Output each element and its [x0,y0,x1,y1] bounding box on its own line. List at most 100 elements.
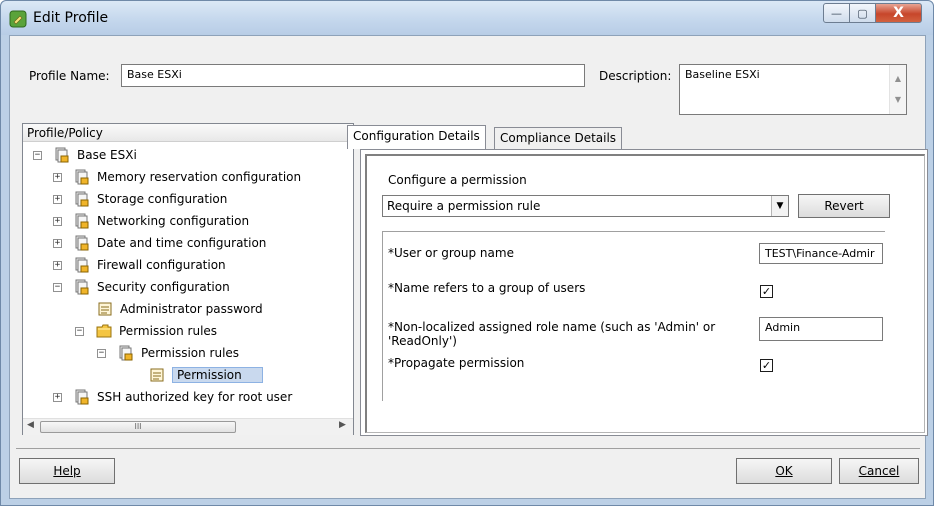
expand-icon[interactable]: + [53,392,62,402]
expand-icon[interactable]: + [53,238,62,248]
tree-item-base-esxi[interactable]: − Base ESXi [33,145,137,165]
tree-item-label: Date and time configuration [97,236,267,250]
collapse-icon[interactable]: − [33,150,42,160]
tree-item-label: Permission rules [141,346,240,360]
tree-item-label: Permission rules [119,324,218,338]
profile-icon [55,147,69,163]
user-or-group-input[interactable]: TEST\Finance-Admir [759,243,883,264]
maximize-icon: ▢ [857,6,868,20]
tree-item-label: Firewall configuration [97,258,226,272]
property-label: *Propagate permission [388,356,525,370]
close-icon: X [893,5,904,21]
collapse-icon[interactable]: − [75,326,84,336]
edit-profile-window: Edit Profile — ▢ X Profile Name: Base ES… [0,0,934,506]
revert-button[interactable]: Revert [798,194,890,218]
scroll-up-icon[interactable]: ▲ [890,74,906,83]
role-name-input[interactable]: Admin [759,317,883,341]
tree-item-ssh-key[interactable]: + SSH authorized key for root user [53,387,292,407]
scroll-right-icon[interactable]: ▶ [339,420,346,430]
tree-item-permission-rules[interactable]: − Permission rules [75,321,217,341]
configuration-frame: Configure a permission Require a permiss… [365,154,925,433]
cancel-button[interactable]: Cancel [839,458,919,484]
app-icon [9,10,27,28]
description-text: Baseline ESXi [685,68,760,81]
tree-horizontal-scrollbar[interactable]: ◀ III ▶ [23,418,353,435]
expand-icon[interactable]: + [53,172,62,182]
help-label: Help [53,464,81,478]
group-of-users-checkbox[interactable]: ✓ [760,285,773,298]
tree-item-firewall[interactable]: + Firewall configuration [53,255,226,275]
footer-divider [16,448,920,449]
propagate-permission-checkbox[interactable]: ✓ [760,359,773,372]
property-label: *Non-localized assigned role name (such … [388,320,716,348]
profile-icon [119,345,133,361]
dialog-body: Profile Name: Base ESXi Description: Bas… [9,35,928,499]
cancel-label: Cancel [858,464,900,478]
tab-label: Configuration Details [353,129,480,143]
profile-icon [75,169,89,185]
policy-icon [150,368,164,382]
tree-item-networking[interactable]: + Networking configuration [53,211,249,231]
profile-icon [75,257,89,273]
tree-item-label: Networking configuration [97,214,250,228]
tab-configuration-details[interactable]: Configuration Details [347,125,486,149]
profile-icon [75,389,89,405]
expand-icon[interactable]: + [53,260,62,270]
chevron-down-icon[interactable]: ▼ [771,196,788,216]
minimize-button[interactable]: — [823,3,850,23]
close-button[interactable]: X [875,3,922,23]
description-scrollbar[interactable]: ▲ ▼ [889,65,906,114]
scroll-grip-icon: III [134,422,142,431]
description-input[interactable]: Baseline ESXi ▲ ▼ [679,64,907,115]
ok-label: OK [775,464,793,478]
window-title: Edit Profile [33,10,109,26]
expand-icon[interactable]: + [53,194,62,204]
folder-icon [96,324,112,338]
property-label: *User or group name [388,246,514,260]
expand-icon[interactable]: + [53,216,62,226]
maximize-button[interactable]: ▢ [849,3,876,23]
tree-item-label: Administrator password [120,302,263,316]
properties-grid: *User or group name TEST\Finance-Admir *… [382,231,885,401]
profile-icon [75,213,89,229]
section-title: Configure a permission [388,173,527,187]
policy-icon [98,302,112,316]
description-label: Description: [599,69,672,83]
tree-item-permission[interactable]: Permission [149,365,263,385]
revert-label: Revert [824,199,864,213]
tab-panel: Configure a permission Require a permiss… [360,149,928,436]
tree-item-date-time[interactable]: + Date and time configuration [53,233,266,253]
select-value: Require a permission rule [387,199,541,213]
tab-label: Compliance Details [500,131,617,145]
tree-item-label: Security configuration [97,280,230,294]
minimize-icon: — [831,6,842,20]
tree-item-admin-password[interactable]: Administrator password [97,299,263,319]
tree-item-label: SSH authorized key for root user [97,390,293,404]
tree-item-storage[interactable]: + Storage configuration [53,189,227,209]
profile-policy-tree[interactable]: Profile/Policy − Base ESXi + Memory rese… [22,123,354,435]
help-button[interactable]: Help [19,458,115,484]
scroll-down-icon[interactable]: ▼ [890,95,906,104]
tree-item-label: Base ESXi [77,148,137,162]
profile-icon [75,191,89,207]
permission-option-select[interactable]: Require a permission rule ▼ [382,195,789,217]
tree-item-label: Memory reservation configuration [97,170,302,184]
profile-name-input[interactable]: Base ESXi [121,64,585,87]
profile-icon [75,279,89,295]
title-bar[interactable]: Edit Profile — ▢ X [1,1,933,35]
tree-item-permission-rules-child[interactable]: − Permission rules [97,343,239,363]
tree-item-label-selected: Permission [172,367,263,383]
tree-column-header: Profile/Policy [23,124,353,142]
scroll-left-icon[interactable]: ◀ [27,420,34,430]
profile-name-label: Profile Name: [29,69,110,83]
collapse-icon[interactable]: − [53,282,62,292]
tree-item-security[interactable]: − Security configuration [53,277,230,297]
scroll-thumb[interactable]: III [40,421,236,433]
ok-button[interactable]: OK [736,458,832,484]
property-label: *Name refers to a group of users [388,281,586,295]
tree-item-label: Storage configuration [97,192,228,206]
tree-item-memory-reservation[interactable]: + Memory reservation configuration [53,167,301,187]
tab-compliance-details[interactable]: Compliance Details [494,127,623,149]
profile-icon [75,235,89,251]
collapse-icon[interactable]: − [97,348,106,358]
